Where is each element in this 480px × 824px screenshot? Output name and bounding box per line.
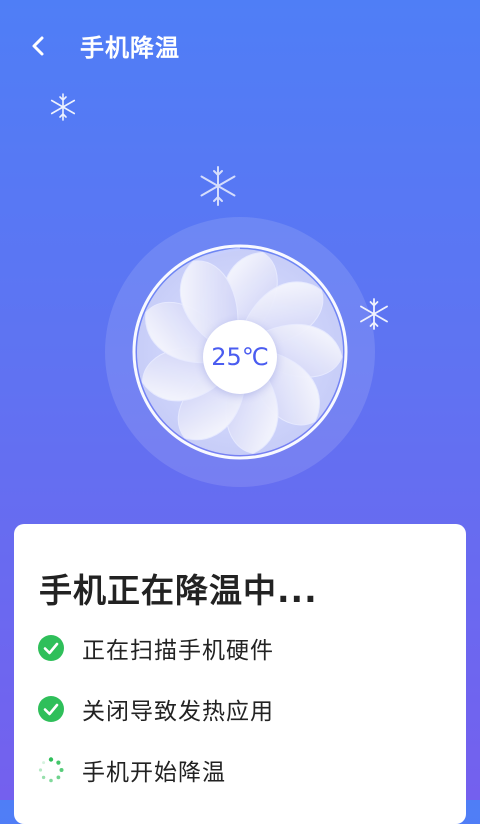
check-circle-icon — [38, 635, 64, 661]
check-circle-icon — [38, 696, 64, 722]
step-label: 正在扫描手机硬件 — [82, 638, 274, 664]
step-item-cooling: 手机开始降温 — [38, 754, 226, 786]
snowflake-icon — [196, 164, 240, 208]
step-label: 关闭导致发热应用 — [82, 699, 274, 725]
chevron-left-icon — [32, 36, 44, 56]
status-title: 手机正在降温中... — [39, 571, 318, 610]
snowflake-icon — [48, 92, 78, 122]
step-label: 手机开始降温 — [82, 760, 226, 786]
header: 手机降温 — [0, 0, 480, 90]
cooling-fan: 25℃ — [105, 217, 375, 487]
loading-spinner-icon — [38, 757, 64, 783]
cooling-status-card: 手机正在降温中... 正在扫描手机硬件 关闭导致发热应用 手机开始降温 — [14, 524, 466, 824]
step-item-scan: 正在扫描手机硬件 — [38, 632, 274, 664]
back-button[interactable] — [22, 30, 54, 62]
temperature-value: 25℃ — [211, 343, 269, 371]
step-item-close-apps: 关闭导致发热应用 — [38, 693, 274, 725]
temperature-badge: 25℃ — [203, 320, 277, 394]
page-title: 手机降温 — [80, 34, 180, 62]
